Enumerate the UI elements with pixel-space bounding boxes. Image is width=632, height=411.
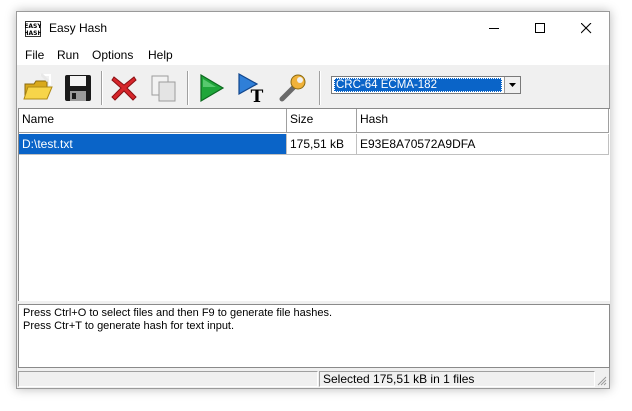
- cell-file-hash[interactable]: E93E8A70572A9DFA: [357, 134, 609, 155]
- column-header-hash[interactable]: Hash: [357, 109, 609, 133]
- menu-file[interactable]: File: [25, 48, 44, 62]
- log-line: Press Ctrl+O to select files and then F9…: [23, 307, 333, 319]
- svg-text:EASY: EASY: [25, 23, 41, 30]
- hash-algorithm-select[interactable]: CRC-64 ECMA-182: [331, 76, 521, 94]
- column-header-size[interactable]: Size: [287, 109, 357, 133]
- menu-bar: File Run Options Help: [17, 44, 609, 65]
- resize-grip[interactable]: [595, 374, 607, 386]
- svg-text:HASH: HASH: [25, 30, 41, 37]
- close-button[interactable]: [563, 12, 609, 44]
- easy-hash-app-icon: EASY HASH: [23, 21, 43, 37]
- window-title: Easy Hash: [49, 21, 108, 35]
- open-folder-icon: [23, 72, 53, 100]
- toolbar-separator: [319, 71, 321, 105]
- status-bar: Selected 175,51 kB in 1 files: [17, 370, 609, 388]
- status-panel-left: [18, 371, 318, 387]
- minimize-icon: [489, 28, 499, 29]
- message-log: Press Ctrl+O to select files and then F9…: [18, 304, 610, 368]
- log-line: Press Ctr+T to generate hash for text in…: [23, 320, 235, 332]
- minimize-button[interactable]: [471, 12, 517, 44]
- menu-run[interactable]: Run: [57, 48, 79, 62]
- copy-icon: [151, 75, 176, 102]
- remove-button[interactable]: [107, 71, 141, 105]
- run-icon: [200, 73, 225, 103]
- open-files-button[interactable]: [21, 71, 55, 105]
- chevron-down-icon: [509, 83, 516, 87]
- svg-text:T: T: [251, 87, 264, 104]
- title-bar: EASY HASH Easy Hash: [17, 12, 609, 44]
- save-icon: [65, 75, 91, 101]
- close-icon: [581, 23, 592, 34]
- resize-grip-icon: [597, 376, 607, 386]
- text-hash-icon: T: [238, 72, 264, 104]
- menu-help[interactable]: Help: [148, 48, 173, 62]
- copy-button[interactable]: [147, 71, 181, 105]
- options-button[interactable]: [275, 71, 309, 105]
- file-list: Name Size Hash D:\test.txt 175,51 kB E93…: [18, 108, 610, 301]
- settings-icon: [279, 74, 306, 102]
- cell-file-name[interactable]: D:\test.txt: [19, 134, 287, 155]
- status-selection-text: Selected 175,51 kB in 1 files: [319, 371, 595, 387]
- maximize-button[interactable]: [517, 12, 563, 44]
- toolbar-separator: [101, 71, 103, 105]
- toolbar-separator: [187, 71, 189, 105]
- save-button[interactable]: [61, 71, 95, 105]
- app-window: EASY HASH Easy Hash File Run Options Hel…: [16, 11, 610, 389]
- hash-algorithm-value: CRC-64 ECMA-182: [334, 78, 502, 92]
- run-button[interactable]: [193, 71, 227, 105]
- cell-file-size[interactable]: 175,51 kB: [287, 134, 357, 155]
- column-header-name[interactable]: Name: [19, 109, 287, 133]
- dropdown-arrow-button[interactable]: [504, 77, 520, 93]
- delete-icon: [111, 76, 137, 101]
- maximize-icon: [535, 23, 545, 33]
- hash-text-button[interactable]: T: [235, 71, 269, 105]
- menu-options[interactable]: Options: [92, 48, 133, 62]
